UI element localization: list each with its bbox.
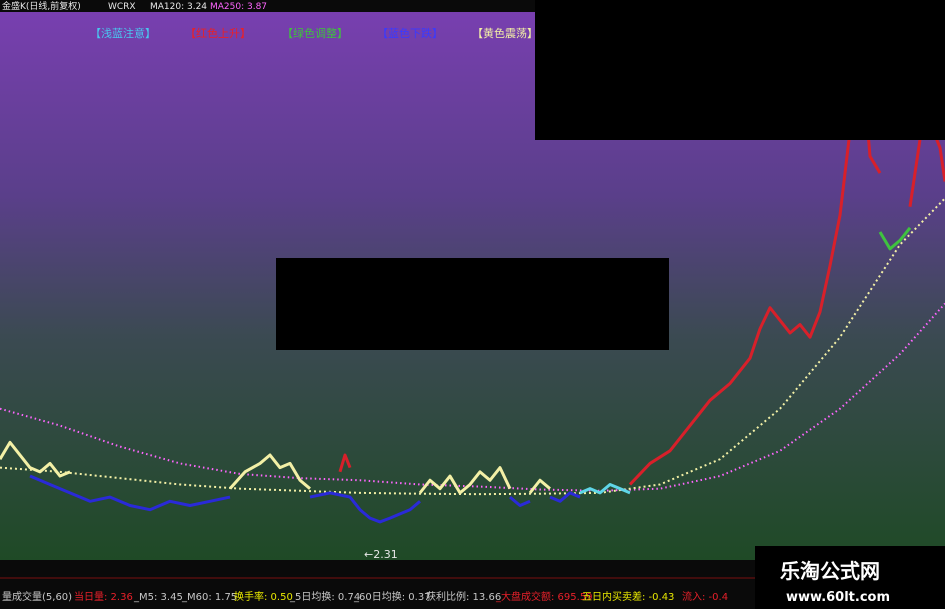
status-item: _大盘成交额: 695.59 [495,590,593,603]
legend-blue: 【蓝色下跌】 [377,26,443,40]
status-item: _M60: 1.75 [181,592,237,603]
price-chart[interactable]: 金盛K(日线,前复权) WCRX MA120: 3.24 MA250: 3.87… [0,0,945,609]
legend-yellow: 【黄色震荡】 [472,26,538,40]
status-item: 五日内买卖差: -0.43 [582,590,674,603]
watermark-url: www.60lt.com [786,590,890,605]
indicator-ma120: MA120: 3.24 [150,2,207,12]
redaction-box-center [276,258,669,350]
indicator-ma250: MA250: 3.87 [210,2,267,12]
legend-green: 【绿色调整】 [282,26,348,40]
chart-title: 金盛K(日线,前复权) [2,0,81,12]
indicator-wcrx: WCRX [108,2,136,12]
status-item: 流入: -0.4 [682,590,728,603]
watermark-title: 乐淘公式网 [780,559,880,583]
redaction-box-top-right [535,0,945,140]
volume-status-bar: 量成交量(5,60) 当日量: 2.36 _M5: 3.45 _M60: 1.75换手… [2,590,728,603]
low-price-annotation: ←2.31 [364,548,398,561]
status-item: 量成交量(5,60) [2,590,72,603]
status-item: 当日量: 2.36 [74,590,133,603]
status-item: 获利比例: 13.66 [426,590,501,603]
status-item: _M5: 3.45 [133,592,183,603]
status-item: 换手率: 0.50 [234,590,293,603]
chart-window: 金盛K(日线,前复权) WCRX MA120: 3.24 MA250: 3.87… [0,0,945,609]
status-item: _5日均换: 0.74 [289,590,360,603]
legend-red: 【红色上升】 [185,26,251,40]
status-item: _60日均换: 0.37 [353,590,431,603]
legend-lightblue: 【浅蓝注意】 [90,26,156,40]
